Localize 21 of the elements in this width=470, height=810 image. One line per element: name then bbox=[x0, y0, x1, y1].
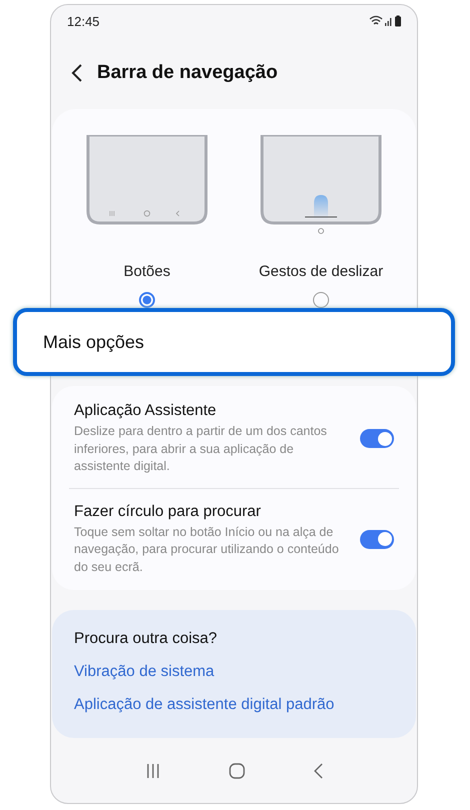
setting-description: Toque sem soltar no botão Início ou na alça de navegação, para procurar utilizando o conteúdo do seu ecrã. bbox=[74, 524, 340, 576]
status-time: 12:45 bbox=[67, 14, 100, 28]
section-heading: Procura outra coisa? bbox=[74, 630, 218, 648]
gesture-preview-drawing[interactable] bbox=[260, 135, 382, 235]
back-icon[interactable] bbox=[313, 762, 323, 778]
setting-description: Deslize para dentro a partir de um dos cantos inferiores, para abrir a sua aplicação de assistente digital. bbox=[74, 423, 328, 475]
page-title: Barra de navegação bbox=[97, 62, 278, 84]
home-icon[interactable] bbox=[229, 762, 245, 778]
related-link[interactable]: Aplicação de assistente digital padrão bbox=[74, 696, 334, 714]
setting-title: Fazer círculo para procurar bbox=[74, 502, 262, 520]
related-link[interactable]: Vibração de sistema bbox=[74, 663, 214, 681]
more-options-button[interactable]: Mais opções bbox=[13, 308, 455, 376]
status-icons bbox=[369, 15, 403, 27]
recent-apps-icon[interactable] bbox=[145, 762, 161, 778]
radio-button[interactable] bbox=[139, 292, 155, 308]
back-button[interactable] bbox=[71, 63, 83, 83]
toggle-switch[interactable] bbox=[360, 429, 394, 448]
toggle-switch[interactable] bbox=[360, 530, 394, 549]
option-label: Gestos de deslizar bbox=[258, 263, 384, 280]
option-label: Botões bbox=[124, 263, 170, 280]
setting-title: Aplicação Assistente bbox=[74, 402, 218, 420]
